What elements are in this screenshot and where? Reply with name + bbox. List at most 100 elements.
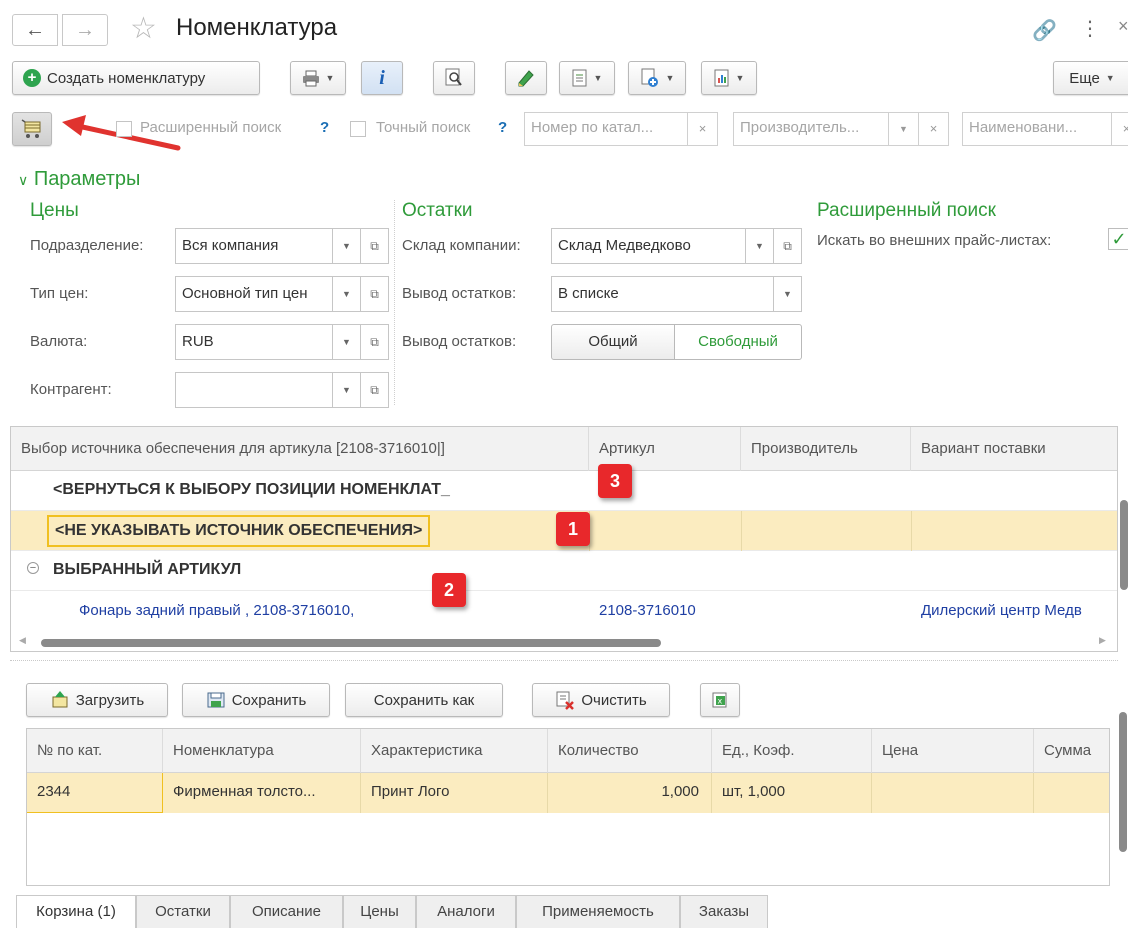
export-button[interactable]: x xyxy=(700,683,740,717)
save-as-button[interactable]: Сохранить как xyxy=(345,683,503,717)
column-header[interactable]: Выбор источника обеспечения для артикула… xyxy=(11,427,589,471)
dropdown-icon[interactable]: ▼ xyxy=(888,113,918,145)
load-button[interactable]: Загрузить xyxy=(26,683,168,717)
arrow-left-icon: ← xyxy=(25,18,45,41)
dropdown-icon[interactable]: ▼ xyxy=(745,229,773,263)
chart-report-button[interactable]: ▼ xyxy=(701,61,757,95)
column-header[interactable]: Производитель xyxy=(741,427,911,471)
vertical-scrollbar[interactable] xyxy=(1118,710,1127,860)
collapse-icon[interactable]: − xyxy=(27,562,39,574)
tab-applicability[interactable]: Применяемость xyxy=(516,895,680,928)
column-header[interactable]: Ед., Коэф. xyxy=(712,729,872,773)
manufacturer-input[interactable]: Производитель... ▼ × xyxy=(733,112,949,146)
vertical-scrollbar[interactable] xyxy=(1119,470,1128,630)
link-icon[interactable]: 🔗 xyxy=(1032,18,1057,43)
back-button[interactable]: ← xyxy=(12,14,58,46)
more-button[interactable]: Еще ▼ xyxy=(1053,61,1128,95)
load-icon xyxy=(52,691,68,708)
external-price-checkbox[interactable]: ✓ xyxy=(1108,228,1128,250)
column-header[interactable]: Характеристика xyxy=(361,729,548,773)
more-menu-icon[interactable]: ⋮ xyxy=(1080,16,1100,41)
print-button[interactable]: ▼ xyxy=(290,61,346,95)
toggle-general[interactable]: Общий xyxy=(551,324,675,360)
grid-header: Выбор источника обеспечения для артикула… xyxy=(11,427,1117,471)
table-row[interactable]: <ВЕРНУТЬСЯ К ВЫБОРУ ПОЗИЦИИ НОМЕНКЛАТ_ xyxy=(11,471,1117,511)
column-header[interactable]: № по кат. xyxy=(27,729,163,773)
open-icon[interactable]: ⧉ xyxy=(773,229,801,263)
dropdown-icon[interactable]: ▼ xyxy=(332,325,360,359)
clear-icon[interactable]: × xyxy=(687,113,717,145)
tab-orders[interactable]: Заказы xyxy=(680,895,768,928)
clear-icon[interactable]: × xyxy=(918,113,948,145)
forward-button[interactable]: → xyxy=(62,14,108,46)
column-header[interactable]: Номенклатура xyxy=(163,729,361,773)
edit-button[interactable] xyxy=(505,61,547,95)
save-button[interactable]: Сохранить xyxy=(182,683,330,717)
horizontal-scrollbar[interactable]: ◀ ▶ xyxy=(11,633,1117,651)
extended-search-checkbox[interactable] xyxy=(116,121,132,137)
division-label: Подразделение: xyxy=(30,237,144,254)
tab-cart[interactable]: Корзина (1) xyxy=(16,895,136,928)
splitter[interactable] xyxy=(10,660,1118,661)
preview-button[interactable] xyxy=(433,61,475,95)
open-icon[interactable]: ⧉ xyxy=(360,373,388,407)
dropdown-icon[interactable]: ▼ xyxy=(332,229,360,263)
column-header[interactable]: Количество xyxy=(548,729,712,773)
favorite-star-icon[interactable]: ☆ xyxy=(130,12,157,46)
column-header[interactable]: Вариант поставки xyxy=(911,427,1117,471)
extended-search-label: Расширенный поиск xyxy=(140,119,282,136)
pencil-icon xyxy=(518,70,534,87)
tab-analogs[interactable]: Аналоги xyxy=(416,895,516,928)
dropdown-icon[interactable]: ▼ xyxy=(773,277,801,311)
toggle-free[interactable]: Свободный xyxy=(674,324,802,360)
dropdown-icon[interactable]: ▼ xyxy=(332,373,360,407)
create-item-button[interactable]: + Создать номенклатуру xyxy=(12,61,260,95)
open-icon[interactable]: ⧉ xyxy=(360,277,388,311)
division-select[interactable]: Вся компания ▼ ⧉ xyxy=(175,228,389,264)
column-header[interactable]: Цена xyxy=(872,729,1034,773)
price-type-label: Тип цен: xyxy=(30,285,89,302)
clear-icon[interactable]: × xyxy=(1111,113,1128,145)
plus-circle-icon: + xyxy=(23,69,41,87)
info-button[interactable]: i xyxy=(361,61,403,95)
table-row-selected[interactable]: 2344 Фирменная толсто... Принт Лого 1,00… xyxy=(27,773,1109,813)
stock-output-select[interactable]: В списке ▼ xyxy=(551,276,802,312)
price-type-select[interactable]: Основной тип цен ▼ ⧉ xyxy=(175,276,389,312)
tab-prices[interactable]: Цены xyxy=(343,895,416,928)
cell-catalog-number[interactable]: 2344 xyxy=(27,773,163,813)
catalog-number-input[interactable]: Номер по катал... × xyxy=(524,112,718,146)
scroll-thumb[interactable] xyxy=(1120,500,1128,590)
scroll-thumb[interactable] xyxy=(1119,712,1127,852)
open-icon[interactable]: ⧉ xyxy=(360,325,388,359)
clear-list-icon xyxy=(556,691,575,710)
extended-search-help[interactable]: ? xyxy=(320,119,329,136)
group-row[interactable]: − ВЫБРАННЫЙ АРТИКУЛ xyxy=(11,551,1117,591)
name-search-input[interactable]: Наименовани... × xyxy=(962,112,1128,146)
chart-icon xyxy=(714,69,729,87)
dropdown-icon[interactable]: ▼ xyxy=(332,277,360,311)
close-icon[interactable]: × xyxy=(1118,16,1128,37)
column-header[interactable]: Сумма xyxy=(1034,729,1109,773)
parameters-toggle[interactable]: ∨ Параметры xyxy=(18,168,140,191)
clear-button[interactable]: Очистить xyxy=(532,683,670,717)
contractor-select[interactable]: ▼ ⧉ xyxy=(175,372,389,408)
save-icon xyxy=(207,692,225,708)
report-button[interactable]: ▼ xyxy=(559,61,615,95)
page-title: Номенклатура xyxy=(176,14,338,41)
warehouse-select[interactable]: Склад Медведково ▼ ⧉ xyxy=(551,228,802,264)
tab-description[interactable]: Описание xyxy=(230,895,343,928)
cart-toggle-button[interactable] xyxy=(12,112,52,146)
table-row[interactable]: Фонарь задний правый , 2108-3716010, 210… xyxy=(11,591,1117,631)
svg-text:x: x xyxy=(718,697,723,706)
exact-search-help[interactable]: ? xyxy=(498,119,507,136)
annotation-badge-3: 3 xyxy=(598,464,632,498)
prices-group-title: Цены xyxy=(30,200,79,221)
exact-search-checkbox[interactable] xyxy=(350,121,366,137)
tab-stock[interactable]: Остатки xyxy=(136,895,230,928)
cart-icon xyxy=(21,119,41,138)
scroll-thumb[interactable] xyxy=(41,639,661,647)
stock-output-mode-label: Вывод остатков: xyxy=(402,333,517,350)
open-icon[interactable]: ⧉ xyxy=(360,229,388,263)
currency-select[interactable]: RUB ▼ ⧉ xyxy=(175,324,389,360)
create-based-button[interactable]: ▼ xyxy=(628,61,686,95)
